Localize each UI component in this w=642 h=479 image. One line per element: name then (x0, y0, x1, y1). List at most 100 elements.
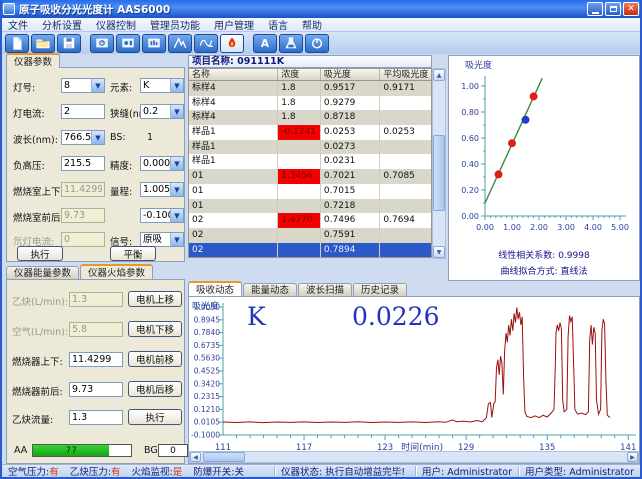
execute-button[interactable]: 执行 (17, 246, 63, 261)
burner-fb-input[interactable] (69, 382, 123, 397)
chevron-down-icon[interactable]: ▼ (170, 183, 183, 196)
chevron-down-icon[interactable]: ▼ (91, 131, 104, 144)
tab-absorbance-dynamics[interactable]: 吸收动态 (188, 281, 242, 296)
burner-ud-input[interactable] (69, 352, 123, 367)
table-row[interactable]: 020.7591 (189, 228, 431, 243)
furnace-program-icon[interactable] (142, 34, 166, 53)
table-row[interactable]: 样品1-0.12410.02530.0253 (189, 125, 431, 140)
menu-item-language[interactable]: 语言 (268, 17, 288, 32)
wavelength-select[interactable]: 766.5▼ (61, 130, 105, 145)
table-row[interactable]: 标样41.80.95170.9171 (189, 81, 431, 96)
signal-select[interactable]: 原吸▼ (140, 232, 184, 247)
lamp-current-input[interactable] (61, 104, 105, 119)
table-cell (278, 199, 321, 214)
flame-icon[interactable] (220, 34, 244, 53)
scroll-down-icon[interactable]: ▼ (433, 246, 445, 258)
table-cell (278, 184, 321, 199)
tab-instrument-params[interactable]: 仪器参数 (6, 53, 60, 68)
table-row[interactable]: 020.7894 (189, 243, 431, 258)
project-name-label: 项目名称: (192, 56, 234, 67)
table-cell (380, 184, 431, 199)
window-title: 原子吸收分光光度计 AAS6000 (19, 2, 585, 17)
balance-button[interactable]: 平衡 (110, 246, 156, 261)
scroll-up-icon[interactable]: ▲ (433, 69, 445, 81)
flame-execute-button[interactable]: 执行 (128, 409, 182, 425)
menu-item-analysis-settings[interactable]: 分析设置 (42, 17, 82, 32)
menu-item-help[interactable]: 帮助 (302, 17, 322, 32)
column-header-concentration[interactable]: 浓度 (278, 69, 321, 80)
table-cell: 1.3456 (278, 169, 321, 184)
chevron-down-icon[interactable]: ▼ (170, 157, 183, 170)
maximize-button[interactable] (605, 2, 621, 16)
dynamics-horizontal-scrollbar[interactable]: ◀ ▶ (189, 451, 639, 463)
table-row[interactable]: 样品10.0273 (189, 140, 431, 155)
motor-back-button[interactable]: 电机后移 (128, 381, 182, 397)
autosampler-icon[interactable]: A (253, 34, 277, 53)
close-button[interactable]: ✕ (623, 2, 639, 16)
tab-history[interactable]: 历史记录 (353, 283, 407, 296)
table-cell: 0.7085 (380, 169, 431, 184)
lamp-no-select[interactable]: 8▼ (61, 78, 105, 93)
svg-text:0.60: 0.60 (461, 134, 479, 143)
neg-hv-input[interactable] (61, 156, 105, 171)
dynamics-scroll-thumb[interactable] (203, 452, 245, 462)
motor-up-button[interactable]: 电机上移 (128, 291, 182, 307)
column-header-absorbance[interactable]: 吸光度 (321, 69, 381, 80)
tab-energy-params[interactable]: 仪器能量参数 (6, 266, 79, 279)
chevron-down-icon[interactable]: ▼ (170, 105, 183, 118)
table-row[interactable]: 010.7015 (189, 184, 431, 199)
menu-item-file[interactable]: 文件 (8, 17, 28, 32)
burner-frontback-input (61, 208, 105, 223)
table-row[interactable]: 标样41.80.8718 (189, 110, 431, 125)
range2-select[interactable]: -0.1000▼ (140, 208, 184, 223)
burner-frontback-label: 燃烧室前后: (13, 210, 64, 224)
menu-item-user-management[interactable]: 用户管理 (214, 17, 254, 32)
table-cell: 0.9171 (380, 81, 431, 96)
tab-flame-params[interactable]: 仪器火焰参数 (80, 264, 153, 279)
element-label: 元素: (110, 80, 132, 94)
lamp-current-icon[interactable] (116, 34, 140, 53)
table-row[interactable]: 样品10.0231 (189, 154, 431, 169)
column-header-name[interactable]: 名称 (189, 69, 278, 80)
open-project-icon[interactable] (31, 34, 55, 53)
table-scroll-thumb[interactable] (433, 135, 445, 211)
bg-label: BG (144, 445, 158, 456)
chevron-down-icon[interactable]: ▼ (170, 79, 183, 92)
table-cell: 标样4 (189, 96, 278, 111)
lamp-energy-icon[interactable] (90, 34, 114, 53)
tab-wavelength-scan[interactable]: 波长扫描 (298, 283, 352, 296)
precision-select[interactable]: 0.0000▼ (140, 156, 184, 171)
bs-value: 1 (147, 132, 153, 143)
table-row[interactable]: 021.47700.74960.7694 (189, 213, 431, 228)
save-icon[interactable] (57, 34, 81, 53)
menu-item-instrument-control[interactable]: 仪器控制 (96, 17, 136, 32)
chevron-down-icon[interactable]: ▼ (170, 233, 183, 246)
slit-select[interactable]: 0.2▼ (140, 104, 184, 119)
chevron-down-icon[interactable]: ▼ (91, 79, 104, 92)
column-header-avg-absorbance[interactable]: 平均吸光度 (380, 69, 431, 80)
power-off-icon[interactable] (305, 34, 329, 53)
menu-item-admin-functions[interactable]: 管理员功能 (150, 17, 200, 32)
table-cell: 1.8 (278, 81, 321, 96)
table-vertical-scrollbar[interactable]: ▲ ▼ (432, 68, 446, 259)
scroll-right-icon[interactable]: ▶ (627, 452, 638, 462)
element-select[interactable]: K▼ (140, 78, 184, 93)
range-select[interactable]: 1.0050▼ (140, 182, 184, 197)
motor-forward-button[interactable]: 电机前移 (128, 351, 182, 367)
chevron-down-icon[interactable]: ▼ (170, 209, 183, 222)
wavelength-scan-icon[interactable] (194, 34, 218, 53)
motor-down-button[interactable]: 电机下移 (128, 321, 182, 337)
peak-search-icon[interactable] (168, 34, 192, 53)
burner-icon[interactable] (279, 34, 303, 53)
table-row[interactable]: 标样41.80.9279 (189, 96, 431, 111)
svg-text:0.20: 0.20 (461, 186, 479, 195)
scroll-left-icon[interactable]: ◀ (190, 452, 201, 462)
tab-energy-dynamics[interactable]: 能量动态 (243, 283, 297, 296)
minimize-button[interactable] (587, 2, 603, 16)
c2h2-flow-input[interactable] (69, 410, 123, 425)
new-file-icon[interactable] (5, 34, 29, 53)
svg-text:2.00: 2.00 (530, 223, 548, 232)
table-cell: 01 (189, 199, 278, 214)
table-row[interactable]: 010.7218 (189, 199, 431, 214)
table-row[interactable]: 011.34560.70210.7085 (189, 169, 431, 184)
